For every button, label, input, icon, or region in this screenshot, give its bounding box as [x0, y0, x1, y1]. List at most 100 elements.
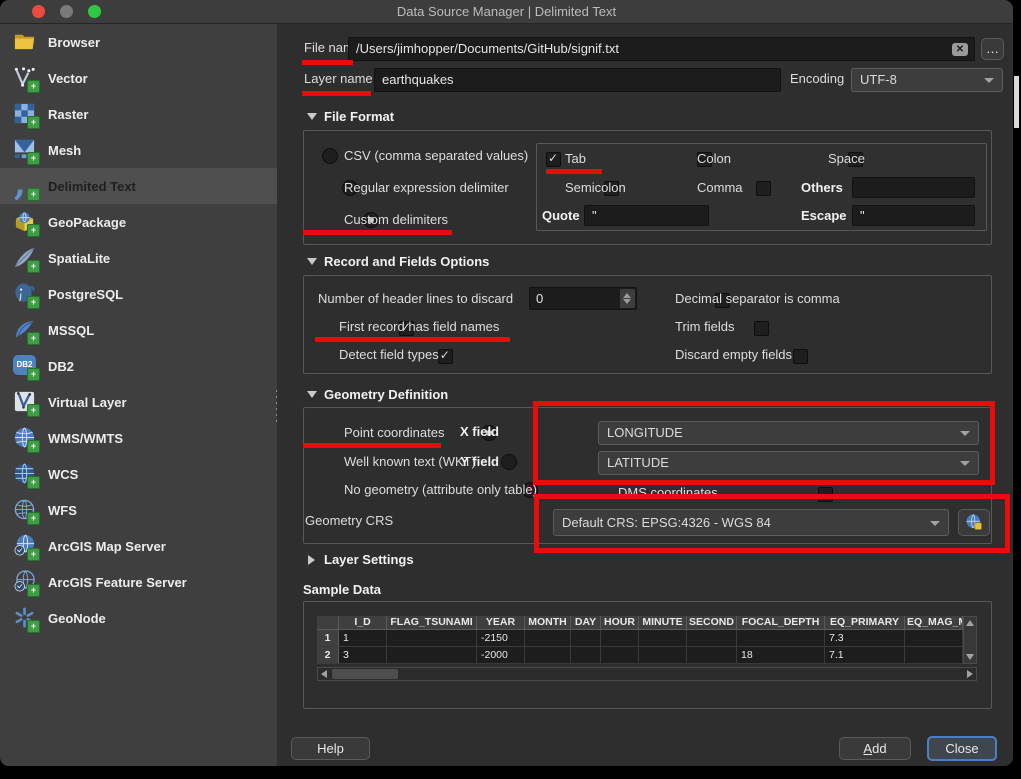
- sidebar-item-virtual-layer[interactable]: Virtual Layer: [0, 384, 277, 420]
- window-title: Data Source Manager | Delimited Text: [0, 4, 1013, 19]
- annotation-underline-custom-delimiters: [303, 230, 452, 235]
- wfs-globe-icon: [12, 497, 38, 523]
- arcgis-map-server-icon: [12, 533, 38, 559]
- wkt-radio[interactable]: [501, 454, 517, 470]
- sidebar-item-raster[interactable]: Raster: [0, 96, 277, 132]
- semicolon-label: Semicolon: [565, 180, 626, 195]
- sample-data-group: I_D FLAG_TSUNAMI YEAR MONTH DAY HOUR MIN…: [303, 601, 992, 709]
- data-source-manager-window: Data Source Manager | Delimited Text Bro…: [0, 0, 1013, 766]
- encoding-label: Encoding: [790, 71, 844, 86]
- vector-icon: [12, 65, 38, 91]
- layer-name-label: Layer name: [304, 71, 373, 86]
- annotation-underline-point-coordinates: [303, 443, 441, 448]
- others-input[interactable]: [852, 177, 975, 198]
- add-button[interactable]: Add: [839, 737, 911, 760]
- layer-settings-title[interactable]: Layer Settings: [324, 552, 414, 567]
- discard-empty-label: Discard empty fields: [675, 347, 792, 362]
- table-vertical-scrollbar[interactable]: [963, 616, 977, 664]
- sidebar-item-vector[interactable]: Vector: [0, 60, 277, 96]
- others-label: Others: [801, 180, 843, 195]
- mesh-icon: [12, 137, 38, 163]
- quote-input[interactable]: ": [584, 205, 709, 226]
- sidebar-item-mesh[interactable]: Mesh: [0, 132, 277, 168]
- browse-file-button[interactable]: …: [981, 38, 1004, 60]
- sidebar-item-postgresql[interactable]: PostgreSQL: [0, 276, 277, 312]
- close-button[interactable]: Close: [927, 736, 997, 761]
- file-format-collapse-icon[interactable]: [307, 113, 317, 120]
- tab-checkbox[interactable]: [546, 152, 561, 167]
- raster-icon: [12, 101, 38, 127]
- record-options-collapse-icon[interactable]: [307, 258, 317, 265]
- folder-icon: [12, 29, 38, 55]
- encoding-dropdown[interactable]: UTF-8: [851, 68, 1003, 92]
- plus-badge: [27, 476, 40, 489]
- header-lines-spinbox[interactable]: 0: [529, 287, 637, 310]
- delimited-text-panel: File name /Users/jimhopper/Documents/Git…: [277, 24, 1013, 766]
- layer-name-input[interactable]: earthquakes: [374, 68, 781, 92]
- annotation-underline-layer-name: [302, 91, 371, 96]
- x-field-label: X field: [437, 424, 499, 439]
- geometry-collapse-icon[interactable]: [307, 391, 317, 398]
- detect-types-label: Detect field types: [339, 347, 439, 362]
- geometry-crs-label: Geometry CRS: [305, 513, 393, 528]
- sidebar-item-arcgis-map-server[interactable]: ArcGIS Map Server: [0, 528, 277, 564]
- detect-types-checkbox[interactable]: [438, 349, 453, 364]
- sidebar-item-db2[interactable]: DB2: [0, 348, 277, 384]
- table-horizontal-scrollbar[interactable]: [317, 667, 977, 681]
- comma-checkbox[interactable]: [756, 181, 771, 196]
- sidebar-item-wfs[interactable]: WFS: [0, 492, 277, 528]
- delimiters-box: Tab Colon Space Semicolon Comma Others Q…: [536, 143, 987, 231]
- space-label: Space: [828, 151, 865, 166]
- file-format-title[interactable]: File Format: [324, 109, 394, 124]
- sidebar-item-spatialite[interactable]: SpatiaLite: [0, 240, 277, 276]
- annotation-box-geometry-crs: [534, 494, 1010, 553]
- geonode-icon: [12, 605, 38, 631]
- scroll-up-icon[interactable]: [966, 620, 974, 626]
- comma-icon: ,: [12, 173, 38, 199]
- table-row: 1 1 -2150 7.3: [317, 630, 977, 647]
- csv-radio[interactable]: [322, 148, 338, 164]
- quote-label: Quote: [542, 208, 580, 223]
- plus-badge: [27, 584, 40, 597]
- sidebar-item-geonode[interactable]: GeoNode: [0, 600, 277, 636]
- csv-label: CSV (comma separated values): [344, 148, 528, 163]
- sidebar-item-arcgis-feature-server[interactable]: ArcGIS Feature Server: [0, 564, 277, 600]
- sidebar-item-wms-wmts[interactable]: WMS/WMTS: [0, 420, 277, 456]
- geometry-title[interactable]: Geometry Definition: [324, 387, 448, 402]
- escape-input[interactable]: ": [852, 205, 975, 226]
- clear-file-icon[interactable]: [952, 43, 968, 56]
- spinner-arrows[interactable]: [620, 289, 635, 308]
- scroll-right-icon[interactable]: [967, 670, 973, 678]
- layer-settings-collapse-icon[interactable]: [308, 555, 315, 565]
- titlebar[interactable]: Data Source Manager | Delimited Text: [0, 0, 1013, 24]
- sidebar-item-delimited-text[interactable]: , Delimited Text: [0, 168, 277, 204]
- plus-badge: [27, 152, 40, 165]
- record-options-title[interactable]: Record and Fields Options: [324, 254, 489, 269]
- trim-fields-label: Trim fields: [675, 319, 734, 334]
- annotation-underline-first-record: [315, 337, 510, 342]
- sidebar-item-browser[interactable]: Browser: [0, 24, 277, 60]
- plus-badge: [27, 116, 40, 129]
- plus-badge: [27, 404, 40, 417]
- file-name-input[interactable]: /Users/jimhopper/Documents/GitHub/signif…: [348, 37, 975, 61]
- scroll-down-icon[interactable]: [966, 654, 974, 660]
- point-coordinates-label: Point coordinates: [344, 425, 444, 440]
- sidebar-item-mssql[interactable]: MSSQL: [0, 312, 277, 348]
- plus-badge: [27, 80, 40, 93]
- discard-empty-checkbox[interactable]: [793, 349, 808, 364]
- regex-delimiter-label: Regular expression delimiter: [344, 180, 509, 195]
- annotation-box-xy-fields: [533, 401, 995, 485]
- table-row: 2 3 -2000 18 7.1: [317, 647, 977, 664]
- scrollbar-thumb[interactable]: [332, 669, 398, 679]
- trim-fields-checkbox[interactable]: [754, 321, 769, 336]
- sidebar-item-wcs[interactable]: WCS: [0, 456, 277, 492]
- plus-badge: [27, 620, 40, 633]
- table-header-row: I_D FLAG_TSUNAMI YEAR MONTH DAY HOUR MIN…: [317, 616, 977, 630]
- scroll-left-icon[interactable]: [321, 670, 327, 678]
- help-button[interactable]: Help: [291, 737, 370, 760]
- sidebar-item-geopackage[interactable]: GeoPackage: [0, 204, 277, 240]
- colon-label: Colon: [697, 151, 731, 166]
- source-type-sidebar: Browser Vector Raster Mesh: [0, 24, 277, 766]
- plus-badge: [27, 512, 40, 525]
- annotation-underline-file-name: [302, 60, 353, 65]
